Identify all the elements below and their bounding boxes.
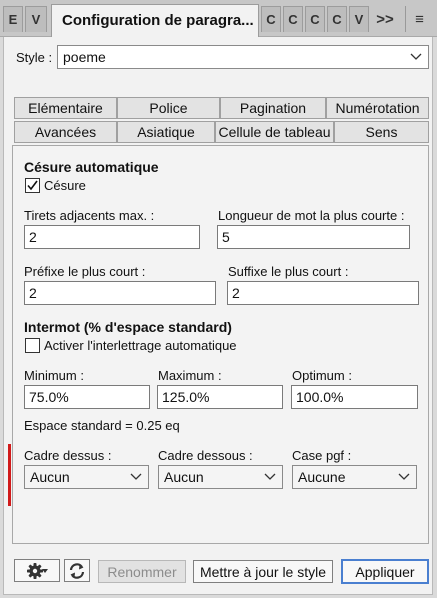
checkmark-icon — [27, 180, 38, 191]
update-style-button[interactable]: Mettre à jour le style — [193, 560, 333, 583]
refresh-button[interactable] — [64, 559, 90, 582]
maximum-input[interactable]: 125.0% — [157, 385, 283, 409]
chevron-down-icon — [264, 467, 276, 490]
chevron-down-icon — [398, 467, 410, 490]
style-value: poeme — [63, 49, 106, 65]
standard-space-text: Espace standard = 0.25 eq — [24, 418, 180, 433]
tab-paragraph-configuration[interactable]: Configuration de paragra... — [51, 4, 259, 37]
cesure-checkbox[interactable] — [25, 178, 40, 193]
change-marker-bar — [8, 444, 11, 506]
collapsed-tab-1[interactable]: E — [3, 6, 23, 32]
tab-elementaire[interactable]: Elémentaire — [14, 97, 117, 119]
collapsed-tab-5[interactable]: C — [305, 6, 325, 32]
gear-menu-button[interactable] — [14, 559, 60, 582]
gear-icon — [27, 562, 48, 579]
collapsed-tab-4[interactable]: C — [283, 6, 303, 32]
style-label: Style : — [16, 50, 53, 65]
max-hyphens-label: Tirets adjacents max. : — [24, 208, 155, 223]
optimum-label: Optimum : — [292, 368, 352, 383]
tab-numerotation[interactable]: Numérotation — [326, 97, 429, 119]
tab-pagination[interactable]: Pagination — [220, 97, 326, 119]
auto-letterspacing-checkbox[interactable] — [25, 338, 40, 353]
min-word-length-label: Longueur de mot la plus courte : — [218, 208, 405, 223]
min-word-length-input[interactable]: 5 — [217, 225, 410, 249]
shortest-suffix-input[interactable]: 2 — [227, 281, 419, 305]
shortest-suffix-label: Suffixe le plus court : — [228, 264, 349, 279]
max-hyphens-input[interactable]: 2 — [24, 225, 200, 249]
tab-sens[interactable]: Sens — [334, 121, 429, 143]
refresh-icon — [69, 562, 85, 579]
frame-above-label: Cadre dessus : — [24, 448, 112, 463]
style-select[interactable]: poeme — [57, 45, 429, 69]
frame-above-select[interactable]: Aucun — [24, 465, 149, 489]
paragraph-box-select[interactable]: Aucune — [292, 465, 417, 489]
chevron-down-icon — [130, 467, 142, 490]
collapsed-tab-3[interactable]: C — [261, 6, 281, 32]
minimum-input[interactable]: 75.0% — [24, 385, 150, 409]
paragraph-box-label: Case pgf : — [292, 448, 352, 463]
rename-button[interactable]: Renommer — [98, 560, 186, 583]
collapsed-tab-6[interactable]: C — [327, 6, 347, 32]
frame-below-value: Aucun — [164, 469, 204, 485]
apply-button[interactable]: Appliquer — [341, 559, 429, 584]
collapsed-tab-7[interactable]: V — [349, 6, 369, 32]
tab-asiatique[interactable]: Asiatique — [117, 121, 215, 143]
shortest-prefix-label: Préfixe le plus court : — [24, 264, 146, 279]
frame-above-value: Aucun — [30, 469, 70, 485]
frame-below-select[interactable]: Aucun — [158, 465, 283, 489]
paragraph-box-value: Aucune — [298, 469, 346, 485]
chevron-down-icon — [410, 47, 422, 70]
maximum-label: Maximum : — [158, 368, 222, 383]
tab-cellule-de-tableau[interactable]: Cellule de tableau — [215, 121, 334, 143]
tab-police[interactable]: Police — [117, 97, 220, 119]
minimum-label: Minimum : — [24, 368, 84, 383]
frame-below-label: Cadre dessous : — [158, 448, 253, 463]
shortest-prefix-input[interactable]: 2 — [24, 281, 216, 305]
auto-letterspacing-label: Activer l'interlettrage automatique — [44, 338, 237, 353]
intermot-heading: Intermot (% d'espace standard) — [24, 319, 232, 335]
optimum-input[interactable]: 100.0% — [291, 385, 418, 409]
cesure-checkbox-label: Césure — [44, 178, 86, 193]
cesure-heading: Césure automatique — [24, 159, 159, 175]
panel-tab-strip: E V Configuration de paragra... C C C C … — [0, 0, 437, 37]
menu-icon[interactable]: ≡ — [405, 6, 433, 32]
collapsed-tab-2[interactable]: V — [25, 6, 47, 32]
overflow-tabs-button[interactable]: >> — [372, 6, 398, 32]
tab-avancees[interactable]: Avancées — [14, 121, 117, 143]
